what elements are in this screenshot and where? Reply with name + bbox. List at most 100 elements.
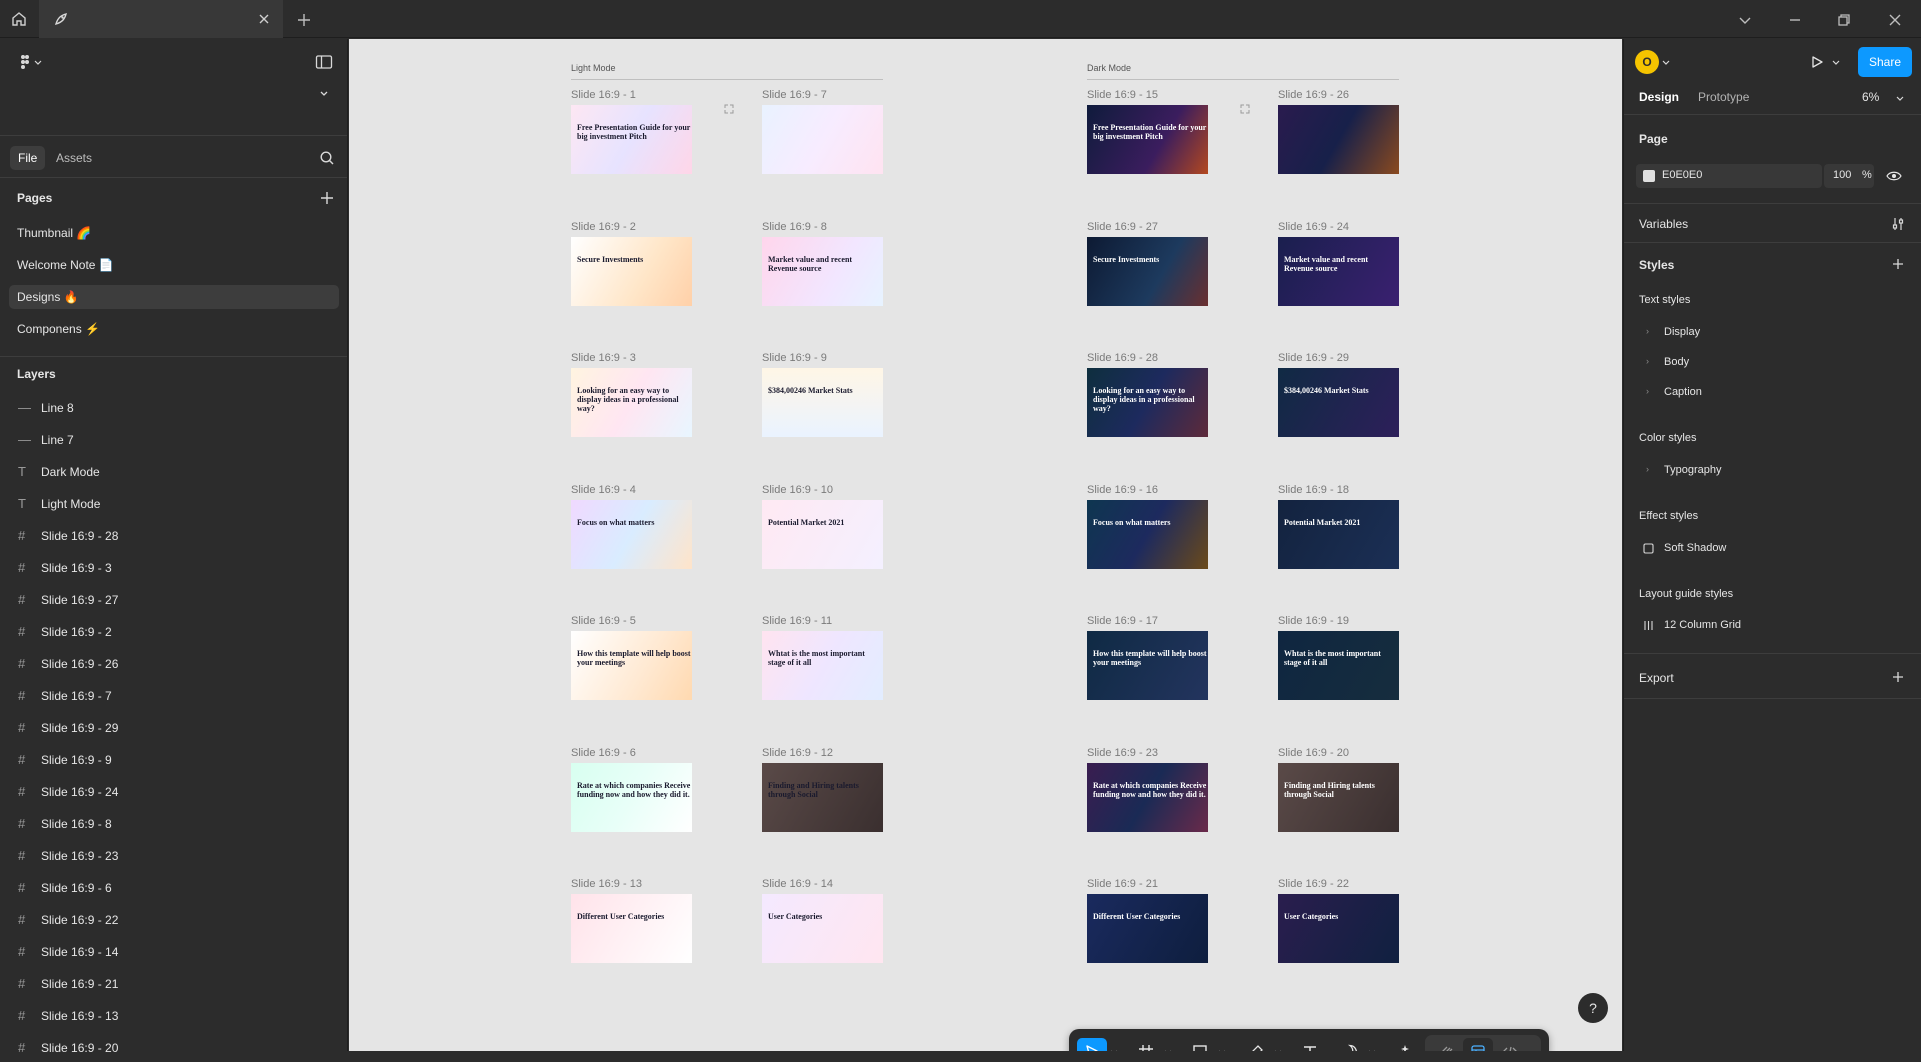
design-mode-icon[interactable]: [1463, 1038, 1493, 1051]
slide-thumbnail[interactable]: Potential Market 2021: [762, 499, 883, 569]
layer-item[interactable]: # Slide 16:9 - 14: [0, 938, 347, 966]
avatar[interactable]: O: [1635, 50, 1659, 74]
slide-thumbnail[interactable]: [762, 105, 883, 174]
slide-thumbnail[interactable]: Secure Investments: [571, 236, 692, 306]
figma-menu-icon[interactable]: [16, 51, 46, 73]
slide-thumbnail[interactable]: User Categories: [1278, 894, 1399, 963]
slide-label[interactable]: Slide 16:9 - 2: [571, 221, 636, 233]
slide-thumbnail[interactable]: User Categories: [762, 894, 883, 963]
layer-item[interactable]: # Slide 16:9 - 20: [0, 1034, 347, 1062]
slide-label[interactable]: Slide 16:9 - 7: [762, 89, 827, 101]
slide-label[interactable]: Slide 16:9 - 28: [1087, 352, 1158, 364]
slide-thumbnail[interactable]: Free Presentation Guide for your big inv…: [571, 105, 692, 174]
slide-thumbnail[interactable]: Whtat is the most important stage of it …: [1278, 631, 1399, 700]
color-style-typography[interactable]: Typography: [1664, 464, 1721, 476]
slide-thumbnail[interactable]: $384,00246 Market Stats: [1278, 368, 1399, 437]
chevron-down-icon[interactable]: [1215, 1038, 1229, 1051]
layer-item[interactable]: # Slide 16:9 - 9: [0, 746, 347, 774]
slide-label[interactable]: Slide 16:9 - 27: [1087, 221, 1158, 233]
comment-tool-icon[interactable]: [1335, 1038, 1365, 1051]
slide-label[interactable]: Slide 16:9 - 24: [1278, 221, 1349, 233]
slide-thumbnail[interactable]: Looking for an easy way to display ideas…: [1087, 368, 1208, 437]
page-opacity[interactable]: 100: [1833, 169, 1851, 181]
chevron-right-icon[interactable]: ›: [1646, 356, 1649, 366]
slide-label[interactable]: Slide 16:9 - 15: [1087, 89, 1158, 101]
slide-thumbnail[interactable]: Looking for an easy way to display ideas…: [571, 368, 692, 437]
share-button[interactable]: Share: [1858, 47, 1912, 77]
pen-tool-icon[interactable]: [1241, 1038, 1271, 1051]
add-page-icon[interactable]: [318, 189, 336, 207]
layer-item[interactable]: # Slide 16:9 - 24: [0, 778, 347, 806]
page-item-active[interactable]: Designs 🔥: [9, 285, 339, 309]
layer-item[interactable]: # Slide 16:9 - 29: [0, 714, 347, 742]
color-swatch[interactable]: [1643, 170, 1655, 182]
slide-label[interactable]: Slide 16:9 - 6: [571, 747, 636, 759]
canvas[interactable]: Light Mode Dark Mode Slide 16:9 - 1 Free …: [349, 39, 1622, 1051]
chevron-right-icon[interactable]: ›: [1646, 386, 1649, 396]
close-tab-icon[interactable]: [255, 10, 273, 28]
tab-prototype[interactable]: Prototype: [1698, 90, 1749, 104]
layer-item[interactable]: T Dark Mode: [0, 458, 347, 486]
slide-thumbnail[interactable]: Different User Categories: [1087, 894, 1208, 963]
slide-label[interactable]: Slide 16:9 - 11: [762, 615, 832, 627]
layer-item[interactable]: # Slide 16:9 - 8: [0, 810, 347, 838]
close-window-icon[interactable]: [1884, 9, 1906, 31]
dev-mode-icon[interactable]: [1495, 1038, 1525, 1051]
slide-label[interactable]: Slide 16:9 - 3: [571, 352, 636, 364]
slide-thumbnail[interactable]: Market value and recent Revenue source: [1278, 236, 1399, 306]
layer-item[interactable]: # Slide 16:9 - 28: [0, 522, 347, 550]
slide-label[interactable]: Slide 16:9 - 14: [762, 878, 833, 890]
slide-thumbnail[interactable]: How this template will help boost your m…: [1087, 631, 1208, 700]
actions-tool-icon[interactable]: [1387, 1038, 1417, 1051]
slide-thumbnail[interactable]: How this template will help boost your m…: [571, 631, 692, 700]
slide-label[interactable]: Slide 16:9 - 20: [1278, 747, 1349, 759]
slide-thumbnail[interactable]: [1278, 105, 1399, 174]
layer-item[interactable]: — Line 8: [0, 394, 347, 422]
eye-icon[interactable]: [1884, 167, 1904, 185]
draw-mode-icon[interactable]: [1431, 1038, 1461, 1051]
slide-thumbnail[interactable]: Rate at which companies Receive funding …: [1087, 762, 1208, 832]
slide-thumbnail[interactable]: Focus on what matters: [1087, 499, 1208, 569]
layer-item[interactable]: # Slide 16:9 - 6: [0, 874, 347, 902]
slide-thumbnail[interactable]: Secure Investments: [1087, 236, 1208, 306]
slide-label[interactable]: Slide 16:9 - 4: [571, 484, 636, 496]
slide-thumbnail[interactable]: Free Presentation Guide for your big inv…: [1087, 105, 1208, 174]
file-tab[interactable]: [39, 0, 283, 38]
tab-design[interactable]: Design: [1639, 90, 1679, 104]
slide-label[interactable]: Slide 16:9 - 26: [1278, 89, 1349, 101]
present-play-icon[interactable]: [1807, 52, 1827, 72]
slide-label[interactable]: Slide 16:9 - 5: [571, 615, 636, 627]
move-tool-icon[interactable]: [1077, 1038, 1107, 1051]
text-style-caption[interactable]: Caption: [1664, 386, 1702, 398]
slide-label[interactable]: Slide 16:9 - 23: [1087, 747, 1158, 759]
chevron-down-icon[interactable]: [1660, 56, 1672, 68]
chevron-down-icon[interactable]: [1894, 92, 1906, 104]
slide-label[interactable]: Slide 16:9 - 22: [1278, 878, 1349, 890]
restore-icon[interactable]: [1833, 9, 1855, 31]
slide-label[interactable]: Slide 16:9 - 19: [1278, 615, 1349, 627]
chevron-down-icon[interactable]: [1734, 9, 1756, 31]
expand-icon[interactable]: [723, 103, 735, 115]
slide-label[interactable]: Slide 16:9 - 1: [571, 89, 636, 101]
slide-thumbnail[interactable]: Whtat is the most important stage of it …: [762, 631, 883, 700]
layer-item[interactable]: # Slide 16:9 - 21: [0, 970, 347, 998]
layer-item[interactable]: # Slide 16:9 - 22: [0, 906, 347, 934]
layer-item[interactable]: # Slide 16:9 - 3: [0, 554, 347, 582]
layer-item[interactable]: # Slide 16:9 - 27: [0, 586, 347, 614]
expand-icon[interactable]: [1239, 103, 1251, 115]
slide-thumbnail[interactable]: Focus on what matters: [571, 499, 692, 569]
page-color-hex[interactable]: E0E0E0: [1662, 169, 1702, 181]
text-tool-icon[interactable]: [1295, 1038, 1325, 1051]
chevron-down-icon[interactable]: [316, 85, 332, 101]
frame-tool-icon[interactable]: [1131, 1038, 1161, 1051]
home-icon[interactable]: [0, 0, 38, 38]
layer-item[interactable]: T Light Mode: [0, 490, 347, 518]
slide-label[interactable]: Slide 16:9 - 21: [1087, 878, 1158, 890]
new-tab-icon[interactable]: [293, 9, 315, 31]
slide-label[interactable]: Slide 16:9 - 18: [1278, 484, 1349, 496]
slide-label[interactable]: Slide 16:9 - 10: [762, 484, 833, 496]
text-style-display[interactable]: Display: [1664, 326, 1700, 338]
layer-item[interactable]: # Slide 16:9 - 23: [0, 842, 347, 870]
slide-label[interactable]: Slide 16:9 - 8: [762, 221, 827, 233]
chevron-down-icon[interactable]: [1161, 1038, 1175, 1051]
